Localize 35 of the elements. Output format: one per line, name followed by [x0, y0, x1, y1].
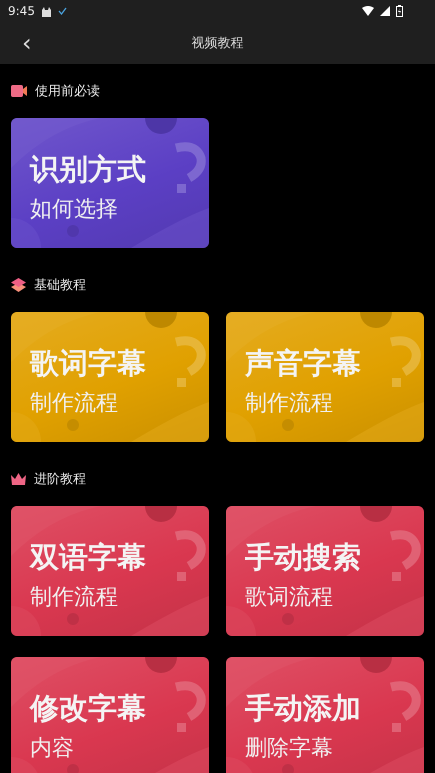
crown-icon [11, 473, 26, 485]
check-icon [58, 7, 67, 15]
wifi-icon [362, 6, 374, 16]
card-subtitle: 删除字幕 [245, 735, 334, 763]
page-title: 视频教程 [192, 35, 244, 52]
card-title: 声音字幕 [245, 345, 361, 382]
tutorial-card[interactable]: 识别方式 如何选择 [11, 118, 209, 248]
back-button[interactable]: ‹ [18, 31, 36, 55]
tutorial-card[interactable]: 修改字幕 内容 [11, 657, 209, 773]
card-title: 手动添加 [245, 690, 361, 727]
card-subtitle: 制作流程 [245, 390, 334, 418]
battery-icon [396, 5, 403, 17]
tutorial-card[interactable]: 手动添加 删除字幕 [226, 657, 424, 773]
card-subtitle: 制作流程 [30, 390, 119, 418]
signal-icon [380, 6, 390, 16]
card-subtitle: 如何选择 [30, 196, 119, 224]
status-time: 9:45 [8, 4, 35, 18]
card-subtitle: 制作流程 [30, 584, 119, 612]
card-subtitle: 歌词流程 [245, 584, 334, 612]
card-title: 修改字幕 [30, 690, 146, 727]
card-title: 歌词字幕 [30, 345, 146, 382]
card-title: 手动搜索 [245, 539, 361, 576]
notification-icon [40, 6, 52, 16]
tutorial-card[interactable]: 双语字幕 制作流程 [11, 506, 209, 636]
tutorial-card[interactable]: 声音字幕 制作流程 [226, 312, 424, 442]
tutorial-card[interactable]: 歌词字幕 制作流程 [11, 312, 209, 442]
section-title: 进阶教程 [34, 471, 86, 488]
card-title: 识别方式 [30, 151, 146, 188]
section-title: 基础教程 [34, 277, 86, 294]
card-subtitle: 内容 [30, 735, 75, 763]
video-camera-icon [11, 85, 27, 97]
card-title: 双语字幕 [30, 539, 146, 576]
layers-icon [11, 278, 26, 292]
section-title: 使用前必读 [35, 83, 100, 100]
tutorial-card[interactable]: 手动搜索 歌词流程 [226, 506, 424, 636]
